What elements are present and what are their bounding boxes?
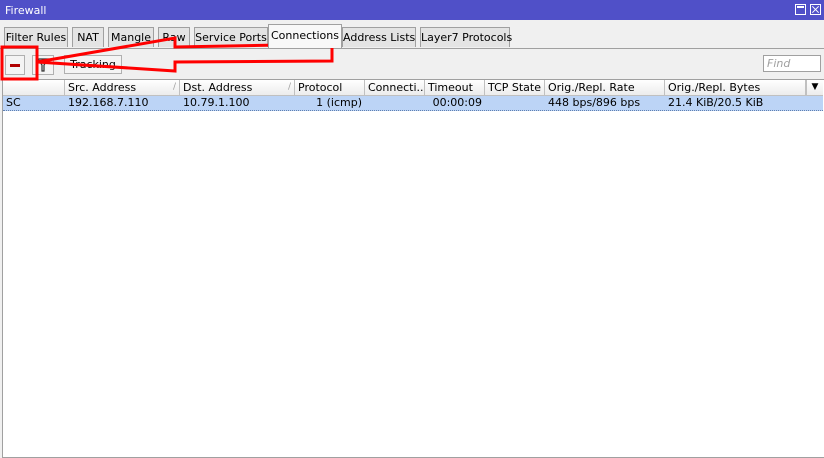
tab-connections[interactable]: Connections [268, 24, 342, 48]
annotation-overlay [0, 36, 334, 81]
highlight-box [0, 45, 39, 81]
